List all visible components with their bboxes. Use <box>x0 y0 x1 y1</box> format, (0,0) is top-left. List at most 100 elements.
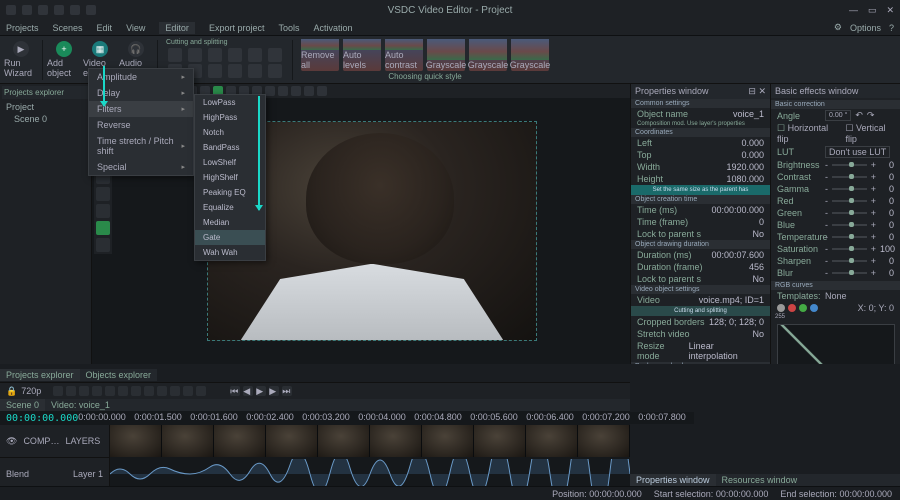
mi-reverse[interactable]: Reverse <box>89 117 193 133</box>
resolution-label[interactable]: 720p <box>21 386 41 396</box>
filter-wah-wah[interactable]: Wah Wah <box>195 245 265 260</box>
wizard-icon: ▶ <box>13 41 29 57</box>
filter-lowpass[interactable]: LowPass <box>195 95 265 110</box>
tree-scene[interactable]: Scene 0 <box>6 113 85 125</box>
section-basic-correction[interactable]: Basic correction <box>771 100 900 109</box>
slider-gamma[interactable]: Gamma-+0 <box>771 183 900 195</box>
video-fx-icon: ▦ <box>92 41 108 57</box>
tab-objects-explorer[interactable]: Objects explorer <box>80 369 158 381</box>
slider-green[interactable]: Green-+0 <box>771 207 900 219</box>
menu-scenes[interactable]: Scenes <box>53 23 83 33</box>
curve-green[interactable] <box>799 304 807 312</box>
rotate-right-icon[interactable]: ↷ <box>867 110 875 121</box>
explorer-tabs[interactable]: Projects explorer Objects explorer <box>0 369 157 381</box>
section-rgb-curves[interactable]: RGB curves <box>771 281 900 290</box>
window-controls[interactable]: —▭✕ <box>849 5 894 16</box>
menu-view[interactable]: View <box>126 23 145 33</box>
curve-red[interactable] <box>788 304 796 312</box>
section-video-obj[interactable]: Video object settings <box>631 285 770 294</box>
menubar[interactable]: Projects Scenes Edit View Editor Export … <box>0 20 900 36</box>
video-clip[interactable] <box>110 425 630 457</box>
plus-icon: + <box>56 41 72 57</box>
menu-tools[interactable]: Tools <box>278 23 299 33</box>
audio-waveform[interactable] <box>110 459 630 489</box>
filter-median[interactable]: Median <box>195 215 265 230</box>
curve-all[interactable] <box>777 304 785 312</box>
filter-highpass[interactable]: HighPass <box>195 110 265 125</box>
quick-style-thumbs[interactable]: Remove all Auto levels Auto contrast Gra… <box>297 39 553 71</box>
filter-peaking-eq[interactable]: Peaking EQ <box>195 185 265 200</box>
filter-lowshelf[interactable]: LowShelf <box>195 155 265 170</box>
menu-export[interactable]: Export project <box>209 23 265 33</box>
angle-input[interactable]: 0.00 ° <box>825 110 851 121</box>
track-lanes[interactable] <box>110 425 630 491</box>
section-coords[interactable]: Coordinates <box>631 128 770 137</box>
timeline-controls[interactable]: 🔒 720p ⏮◀▶▶⏭ <box>0 383 630 399</box>
minimize-icon: — <box>849 5 858 16</box>
next-frame-icon: ▶ <box>269 386 279 396</box>
prev-frame-icon: ◀ <box>243 386 253 396</box>
section-bg[interactable]: Background color <box>631 362 770 364</box>
titlebar: VSDC Video Editor - Project —▭✕ <box>0 0 900 20</box>
project-tree[interactable]: Project Scene 0 <box>2 99 89 127</box>
filter-gate[interactable]: Gate <box>195 230 265 245</box>
play-end-icon: ⏭ <box>282 386 292 396</box>
slider-red[interactable]: Red-+0 <box>771 195 900 207</box>
add-object-button[interactable]: +Add object <box>47 38 81 82</box>
props-title: Properties window <box>635 86 709 97</box>
slider-temperature[interactable]: Temperature-+0 <box>771 231 900 243</box>
slider-contrast[interactable]: Contrast-+0 <box>771 171 900 183</box>
tab-voice1[interactable]: Video: voice_1 <box>45 399 116 411</box>
curve-blue[interactable] <box>810 304 818 312</box>
same-size-button[interactable]: Set the same size as the parent has <box>631 185 770 195</box>
menu-projects[interactable]: Projects <box>6 23 39 33</box>
tab-projects-explorer[interactable]: Projects explorer <box>0 369 80 381</box>
track-lock-icon[interactable]: 🔒 <box>6 386 17 397</box>
cut-split-button[interactable]: Cutting and splitting <box>631 306 770 316</box>
track-headers[interactable]: 👁COMP…LAYERS BlendLayer 1 <box>0 425 110 491</box>
menu-editor[interactable]: Editor <box>159 22 195 34</box>
zoom-tool <box>96 238 110 252</box>
filter-notch[interactable]: Notch <box>195 125 265 140</box>
tab-resources[interactable]: Resources window <box>716 474 804 486</box>
slider-blur[interactable]: Blur-+0 <box>771 267 900 279</box>
help-icon[interactable]: ? <box>889 23 894 33</box>
slider-brightness[interactable]: Brightness-+0 <box>771 159 900 171</box>
slider-sharpen[interactable]: Sharpen-+0 <box>771 255 900 267</box>
timeline-ruler[interactable]: 0:00:00.0000:00:01.5000:00:01.6000:00:02… <box>78 412 694 424</box>
annotation-arrow-2 <box>258 96 260 210</box>
menu-edit[interactable]: Edit <box>97 23 113 33</box>
section-common[interactable]: Common settings <box>631 99 770 108</box>
pin-icon[interactable]: ⊟ ✕ <box>748 86 766 97</box>
section-duration[interactable]: Object drawing duration <box>631 240 770 249</box>
section-creation[interactable]: Object creation time <box>631 195 770 204</box>
lut-select[interactable]: Don't use LUT <box>825 146 890 158</box>
slider-blue[interactable]: Blue-+0 <box>771 219 900 231</box>
run-wizard-button[interactable]: ▶Run Wizard <box>4 38 38 82</box>
filter-bandpass[interactable]: BandPass <box>195 140 265 155</box>
options-link[interactable]: Options <box>850 23 881 33</box>
menu-activation[interactable]: Activation <box>313 23 352 33</box>
timeline-tabs[interactable]: Scene 0 Video: voice_1 <box>0 399 630 411</box>
filters-submenu[interactable]: LowPassHighPassNotchBandPassLowShelfHigh… <box>194 94 266 261</box>
cut-split-label: Cutting and splitting <box>162 39 288 46</box>
mi-timestretch[interactable]: Time stretch / Pitch shift▸ <box>89 133 193 159</box>
headphones-icon: 🎧 <box>128 41 144 57</box>
tab-scene0[interactable]: Scene 0 <box>0 399 45 411</box>
right-bottom-tabs[interactable]: Properties window Resources window <box>630 474 900 486</box>
template-select[interactable]: None <box>825 291 847 301</box>
close-icon: ✕ <box>886 5 894 16</box>
gear-icon[interactable]: ⚙ <box>834 22 842 33</box>
slider-saturation[interactable]: Saturation-+100 <box>771 243 900 255</box>
filter-highshelf[interactable]: HighShelf <box>195 170 265 185</box>
mi-special[interactable]: Special▸ <box>89 159 193 175</box>
rotate-left-icon[interactable]: ↶ <box>855 110 863 121</box>
rgb-curve-editor[interactable] <box>777 324 895 364</box>
chart-tool <box>96 204 110 218</box>
tab-properties[interactable]: Properties window <box>630 474 716 486</box>
app-title: VSDC Video Editor - Project <box>388 5 513 16</box>
tree-root[interactable]: Project <box>6 101 85 113</box>
timeline: Projects explorer Objects explorer 🔒 720… <box>0 382 630 500</box>
basic-effects-window: Basic effects window Basic correction An… <box>770 84 900 364</box>
explorer-title: Projects explorer <box>2 86 89 99</box>
